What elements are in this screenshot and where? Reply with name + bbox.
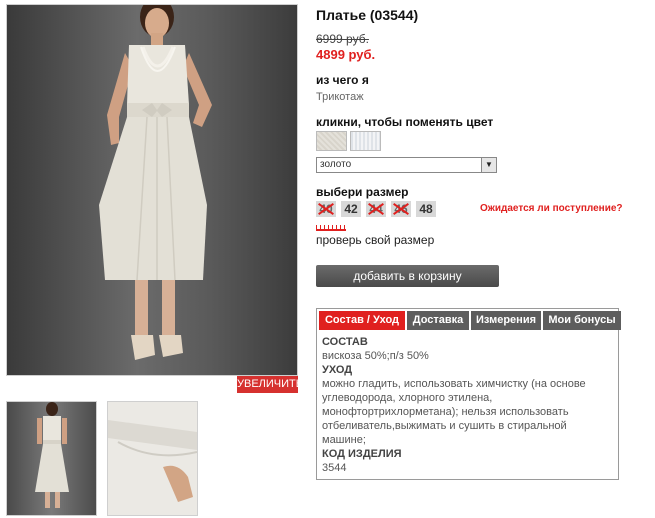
- add-to-cart-button[interactable]: добавить в корзину: [316, 265, 499, 287]
- size-option-48[interactable]: 48: [416, 201, 436, 217]
- care-text: можно гладить, использовать химчистку (н…: [322, 378, 586, 446]
- care-heading: УХОД: [322, 364, 353, 376]
- size-option-40: 40: [316, 201, 336, 217]
- tab-content: СОСТАВ вискоза 50%;п/з 50% УХОД можно гл…: [322, 335, 612, 475]
- size-option-42[interactable]: 42: [341, 201, 361, 217]
- dress-model-image: [99, 5, 212, 360]
- product-title: Платье (03544): [316, 7, 419, 23]
- thumbnail-detail-view[interactable]: [107, 401, 198, 516]
- thumbnail-back-view[interactable]: [6, 401, 97, 516]
- tab-measurements[interactable]: Измерения: [471, 311, 541, 330]
- tab-bar: Состав / Уход Доставка Измерения Мои бон…: [319, 311, 623, 330]
- ruler-icon[interactable]: [316, 225, 346, 231]
- old-price: 6999 руб.: [316, 32, 369, 46]
- color-swatch-grey[interactable]: [350, 131, 381, 151]
- tab-delivery[interactable]: Доставка: [407, 311, 469, 330]
- chevron-down-icon[interactable]: ▼: [481, 158, 496, 172]
- new-price: 4899 руб.: [316, 47, 376, 62]
- product-main-photo[interactable]: [6, 4, 298, 376]
- color-select[interactable]: золото ▼: [316, 157, 497, 173]
- color-label: кликни, чтобы поменять цвет: [316, 115, 494, 129]
- size-option-44: 44: [366, 201, 386, 217]
- tab-my-bonuses[interactable]: Мои бонусы: [543, 311, 621, 330]
- material-value: Трикотаж: [316, 91, 364, 103]
- size-option-46: 46: [391, 201, 411, 217]
- size-label: выбери размер: [316, 185, 409, 199]
- composition-heading: СОСТАВ: [322, 336, 368, 348]
- thumbnail-detail-image: [108, 402, 197, 515]
- material-label: из чего я: [316, 73, 369, 87]
- zoom-button[interactable]: УВЕЛИЧИТЬ: [237, 376, 303, 393]
- awaiting-stock-link[interactable]: Ожидается ли поступление?: [480, 203, 623, 214]
- color-select-value: золото: [320, 159, 352, 170]
- check-size-link[interactable]: проверь свой размер: [316, 233, 434, 247]
- product-info-tabs: Состав / Уход Доставка Измерения Мои бон…: [316, 308, 621, 480]
- product-code-heading: КОД ИЗДЕЛИЯ: [322, 448, 402, 460]
- product-code-value: 3544: [322, 462, 347, 474]
- color-swatch-gold[interactable]: [316, 131, 347, 151]
- thumbnail-back-image: [35, 402, 69, 508]
- tab-composition-care[interactable]: Состав / Уход: [319, 311, 405, 330]
- composition-text: вискоза 50%;п/з 50%: [322, 350, 429, 362]
